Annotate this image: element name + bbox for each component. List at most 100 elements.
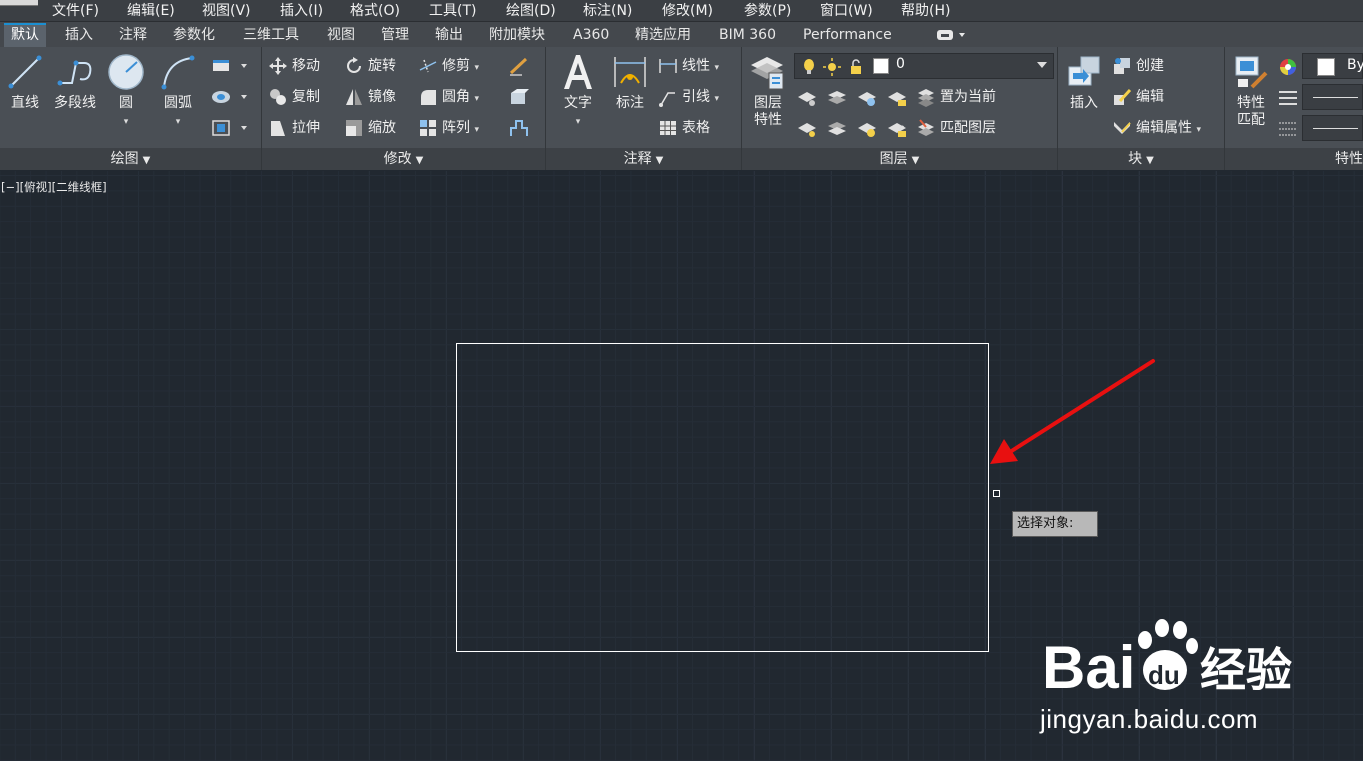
circle-icon	[108, 54, 144, 90]
layer-thaw-icon[interactable]	[856, 119, 878, 139]
menu-window[interactable]: 窗口(W)	[820, 1, 873, 21]
linear-dimension-button[interactable]: 线性 ▾	[658, 54, 719, 78]
tab-a360[interactable]: A360	[566, 23, 616, 47]
linetype-dropdown[interactable]	[1302, 115, 1363, 141]
text-button[interactable]: 文字 ▾	[556, 53, 600, 128]
viewport-controls-label[interactable]: [−][俯视][二维线框]	[1, 179, 107, 195]
ribbon-minimize-toggle-icon[interactable]	[934, 27, 968, 43]
menu-file[interactable]: 文件(F)	[52, 1, 99, 21]
application-button[interactable]	[0, 0, 38, 6]
polyline-button[interactable]: 多段线	[50, 53, 100, 112]
layer-unisolate-icon[interactable]	[826, 119, 848, 139]
tab-addins[interactable]: 附加模块	[482, 23, 552, 47]
menu-edit[interactable]: 编辑(E)	[127, 1, 175, 21]
stretch-button[interactable]: 拉伸	[268, 116, 320, 140]
line-button[interactable]: 直线	[4, 53, 46, 112]
menu-dimension[interactable]: 标注(N)	[583, 1, 632, 21]
scale-button[interactable]: 缩放	[344, 116, 396, 140]
circle-dropdown-icon[interactable]: ▾	[124, 117, 129, 127]
set-current-button[interactable]: 置为当前	[916, 85, 996, 109]
dimension-button[interactable]: 标注	[608, 53, 652, 112]
fillet-button[interactable]: 圆角 ▾	[418, 85, 479, 109]
panel-layers: 图层 特性 0 置为当前 匹配图层 图层 ▼	[742, 47, 1058, 170]
layer-properties-button[interactable]: 图层 特性	[748, 53, 788, 129]
trim-icon	[419, 59, 437, 73]
panel-title-block[interactable]: 块 ▼	[1058, 148, 1224, 170]
tab-home[interactable]: 默认	[4, 23, 46, 47]
color-wheel-icon[interactable]	[1277, 57, 1299, 77]
panel-title-properties[interactable]: 特性	[1225, 148, 1363, 170]
edit-block-button[interactable]: 编辑	[1112, 85, 1164, 109]
layer-freeze-icon[interactable]	[856, 88, 878, 108]
menu-view[interactable]: 视图(V)	[202, 1, 251, 21]
menu-help[interactable]: 帮助(H)	[901, 1, 950, 21]
tab-bim360[interactable]: BIM 360	[712, 23, 783, 47]
layer-lock-icon[interactable]	[886, 88, 908, 108]
baidu-jingyan-watermark: Bai du 经验 jingyan.baidu.com	[1040, 612, 1300, 734]
menu-insert[interactable]: 插入(I)	[280, 1, 323, 21]
layer-on-icon[interactable]	[796, 119, 818, 139]
erase-icon[interactable]	[508, 56, 530, 76]
arc-dropdown-icon[interactable]: ▾	[176, 117, 181, 127]
match-layer-button[interactable]: 匹配图层	[916, 116, 996, 140]
array-button[interactable]: 阵列 ▾	[418, 116, 479, 140]
object-color-value: By	[1347, 57, 1363, 73]
layer-off-icon[interactable]	[796, 88, 818, 108]
create-block-button[interactable]: 创建	[1112, 54, 1164, 78]
tab-parametric[interactable]: 参数化	[166, 23, 222, 47]
baidu-logo-du: du	[1148, 660, 1180, 690]
trim-button[interactable]: 修剪 ▾	[418, 54, 479, 78]
region-icon[interactable]	[210, 118, 250, 138]
text-dropdown-icon[interactable]: ▾	[576, 117, 581, 127]
copy-button[interactable]: 复制	[268, 85, 320, 109]
drawn-rectangle[interactable]	[456, 343, 989, 652]
rotate-icon	[347, 57, 361, 73]
match-properties-button[interactable]: 特性 匹配	[1231, 53, 1271, 129]
tab-output[interactable]: 输出	[428, 23, 470, 47]
set-current-icon	[918, 89, 934, 107]
layer-isolate-icon[interactable]	[826, 88, 848, 108]
panel-title-layers[interactable]: 图层 ▼	[742, 148, 1057, 170]
lineweight-icon[interactable]	[1277, 88, 1299, 108]
menu-modify[interactable]: 修改(M)	[662, 1, 713, 21]
tab-view[interactable]: 视图	[320, 23, 362, 47]
panel-title-modify[interactable]: 修改 ▼	[262, 148, 545, 170]
offset-icon[interactable]	[508, 118, 530, 138]
fillet-icon	[421, 90, 436, 105]
mirror-icon	[346, 89, 362, 105]
rotate-button[interactable]: 旋转	[344, 54, 396, 78]
tab-3d-tools[interactable]: 三维工具	[236, 23, 306, 47]
panel-title-annotation[interactable]: 注释 ▼	[546, 148, 741, 170]
table-button[interactable]: 表格	[658, 116, 710, 140]
linear-dimension-icon	[659, 59, 677, 73]
watermark-url: jingyan.baidu.com	[1040, 704, 1259, 734]
move-button[interactable]: 移动	[268, 54, 320, 78]
menu-parametric[interactable]: 参数(P)	[744, 1, 791, 21]
lineweight-dropdown[interactable]	[1302, 84, 1363, 110]
edit-attributes-button[interactable]: 编辑属性 ▾	[1112, 116, 1201, 140]
circle-button[interactable]: 圆 ▾	[106, 53, 146, 128]
tab-annotate[interactable]: 注释	[112, 23, 154, 47]
menu-tools[interactable]: 工具(T)	[429, 1, 476, 21]
tab-insert[interactable]: 插入	[58, 23, 100, 47]
explode-icon[interactable]	[508, 87, 530, 107]
object-color-dropdown[interactable]: By	[1302, 53, 1363, 79]
insert-block-button[interactable]: 插入	[1064, 53, 1104, 112]
tab-performance[interactable]: Performance	[796, 23, 899, 47]
mirror-button[interactable]: 镜像	[344, 85, 396, 109]
rectangle-icon[interactable]	[210, 56, 250, 76]
menu-format[interactable]: 格式(O)	[350, 1, 400, 21]
layer-unlock-icon[interactable]	[886, 119, 908, 139]
menu-draw[interactable]: 绘图(D)	[506, 1, 556, 21]
insert-block-icon	[1068, 56, 1100, 86]
panel-title-draw[interactable]: 绘图 ▼	[0, 148, 261, 170]
linetype-icon[interactable]	[1277, 119, 1299, 139]
object-color-swatch	[1317, 58, 1335, 76]
tab-manage[interactable]: 管理	[374, 23, 416, 47]
line-icon	[8, 55, 42, 89]
leader-button[interactable]: 引线 ▾	[658, 85, 719, 109]
hatch-icon[interactable]	[210, 87, 250, 107]
layer-dropdown[interactable]: 0	[794, 53, 1054, 79]
tab-featured-apps[interactable]: 精选应用	[628, 23, 698, 47]
arc-button[interactable]: 圆弧 ▾	[156, 53, 200, 128]
